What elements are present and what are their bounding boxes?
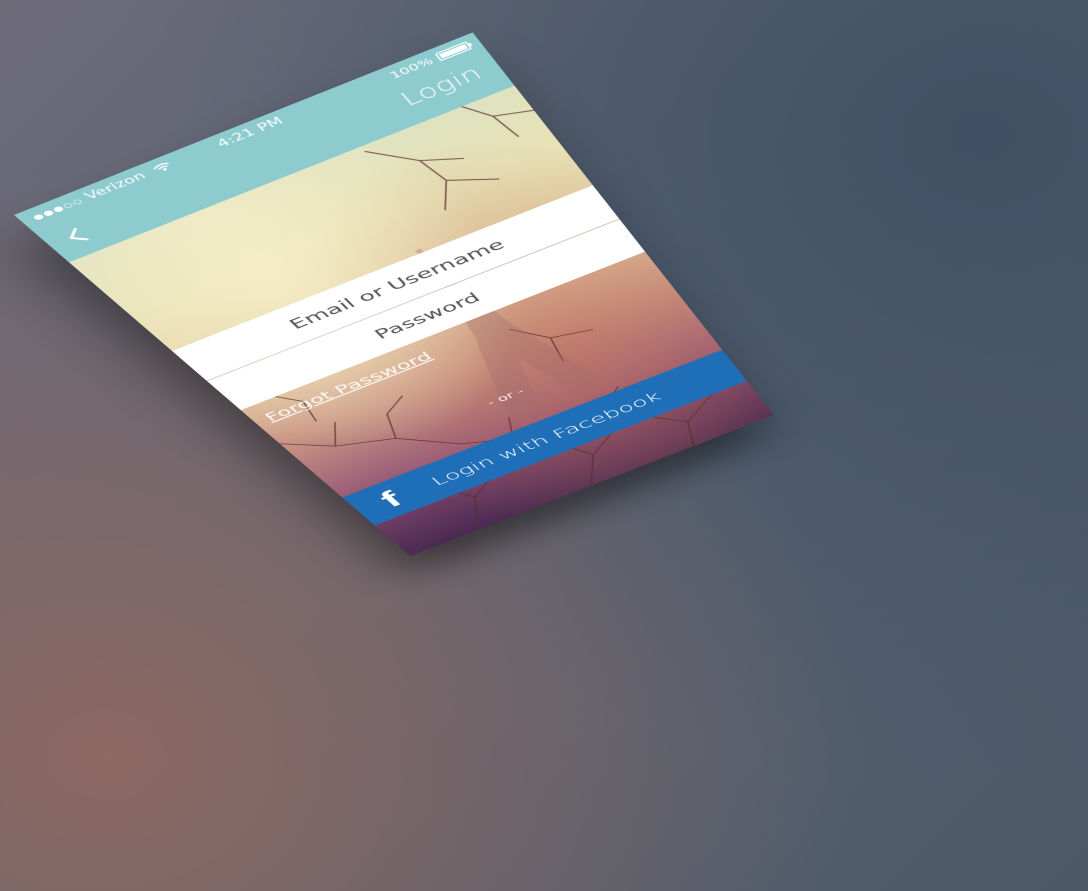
- chevron-left-icon[interactable]: [45, 218, 108, 254]
- mockup-scene: Verizon 4:21 PM 100% Login Email or User…: [0, 0, 1088, 891]
- phone-screen: Verizon 4:21 PM 100% Login Email or User…: [14, 32, 774, 556]
